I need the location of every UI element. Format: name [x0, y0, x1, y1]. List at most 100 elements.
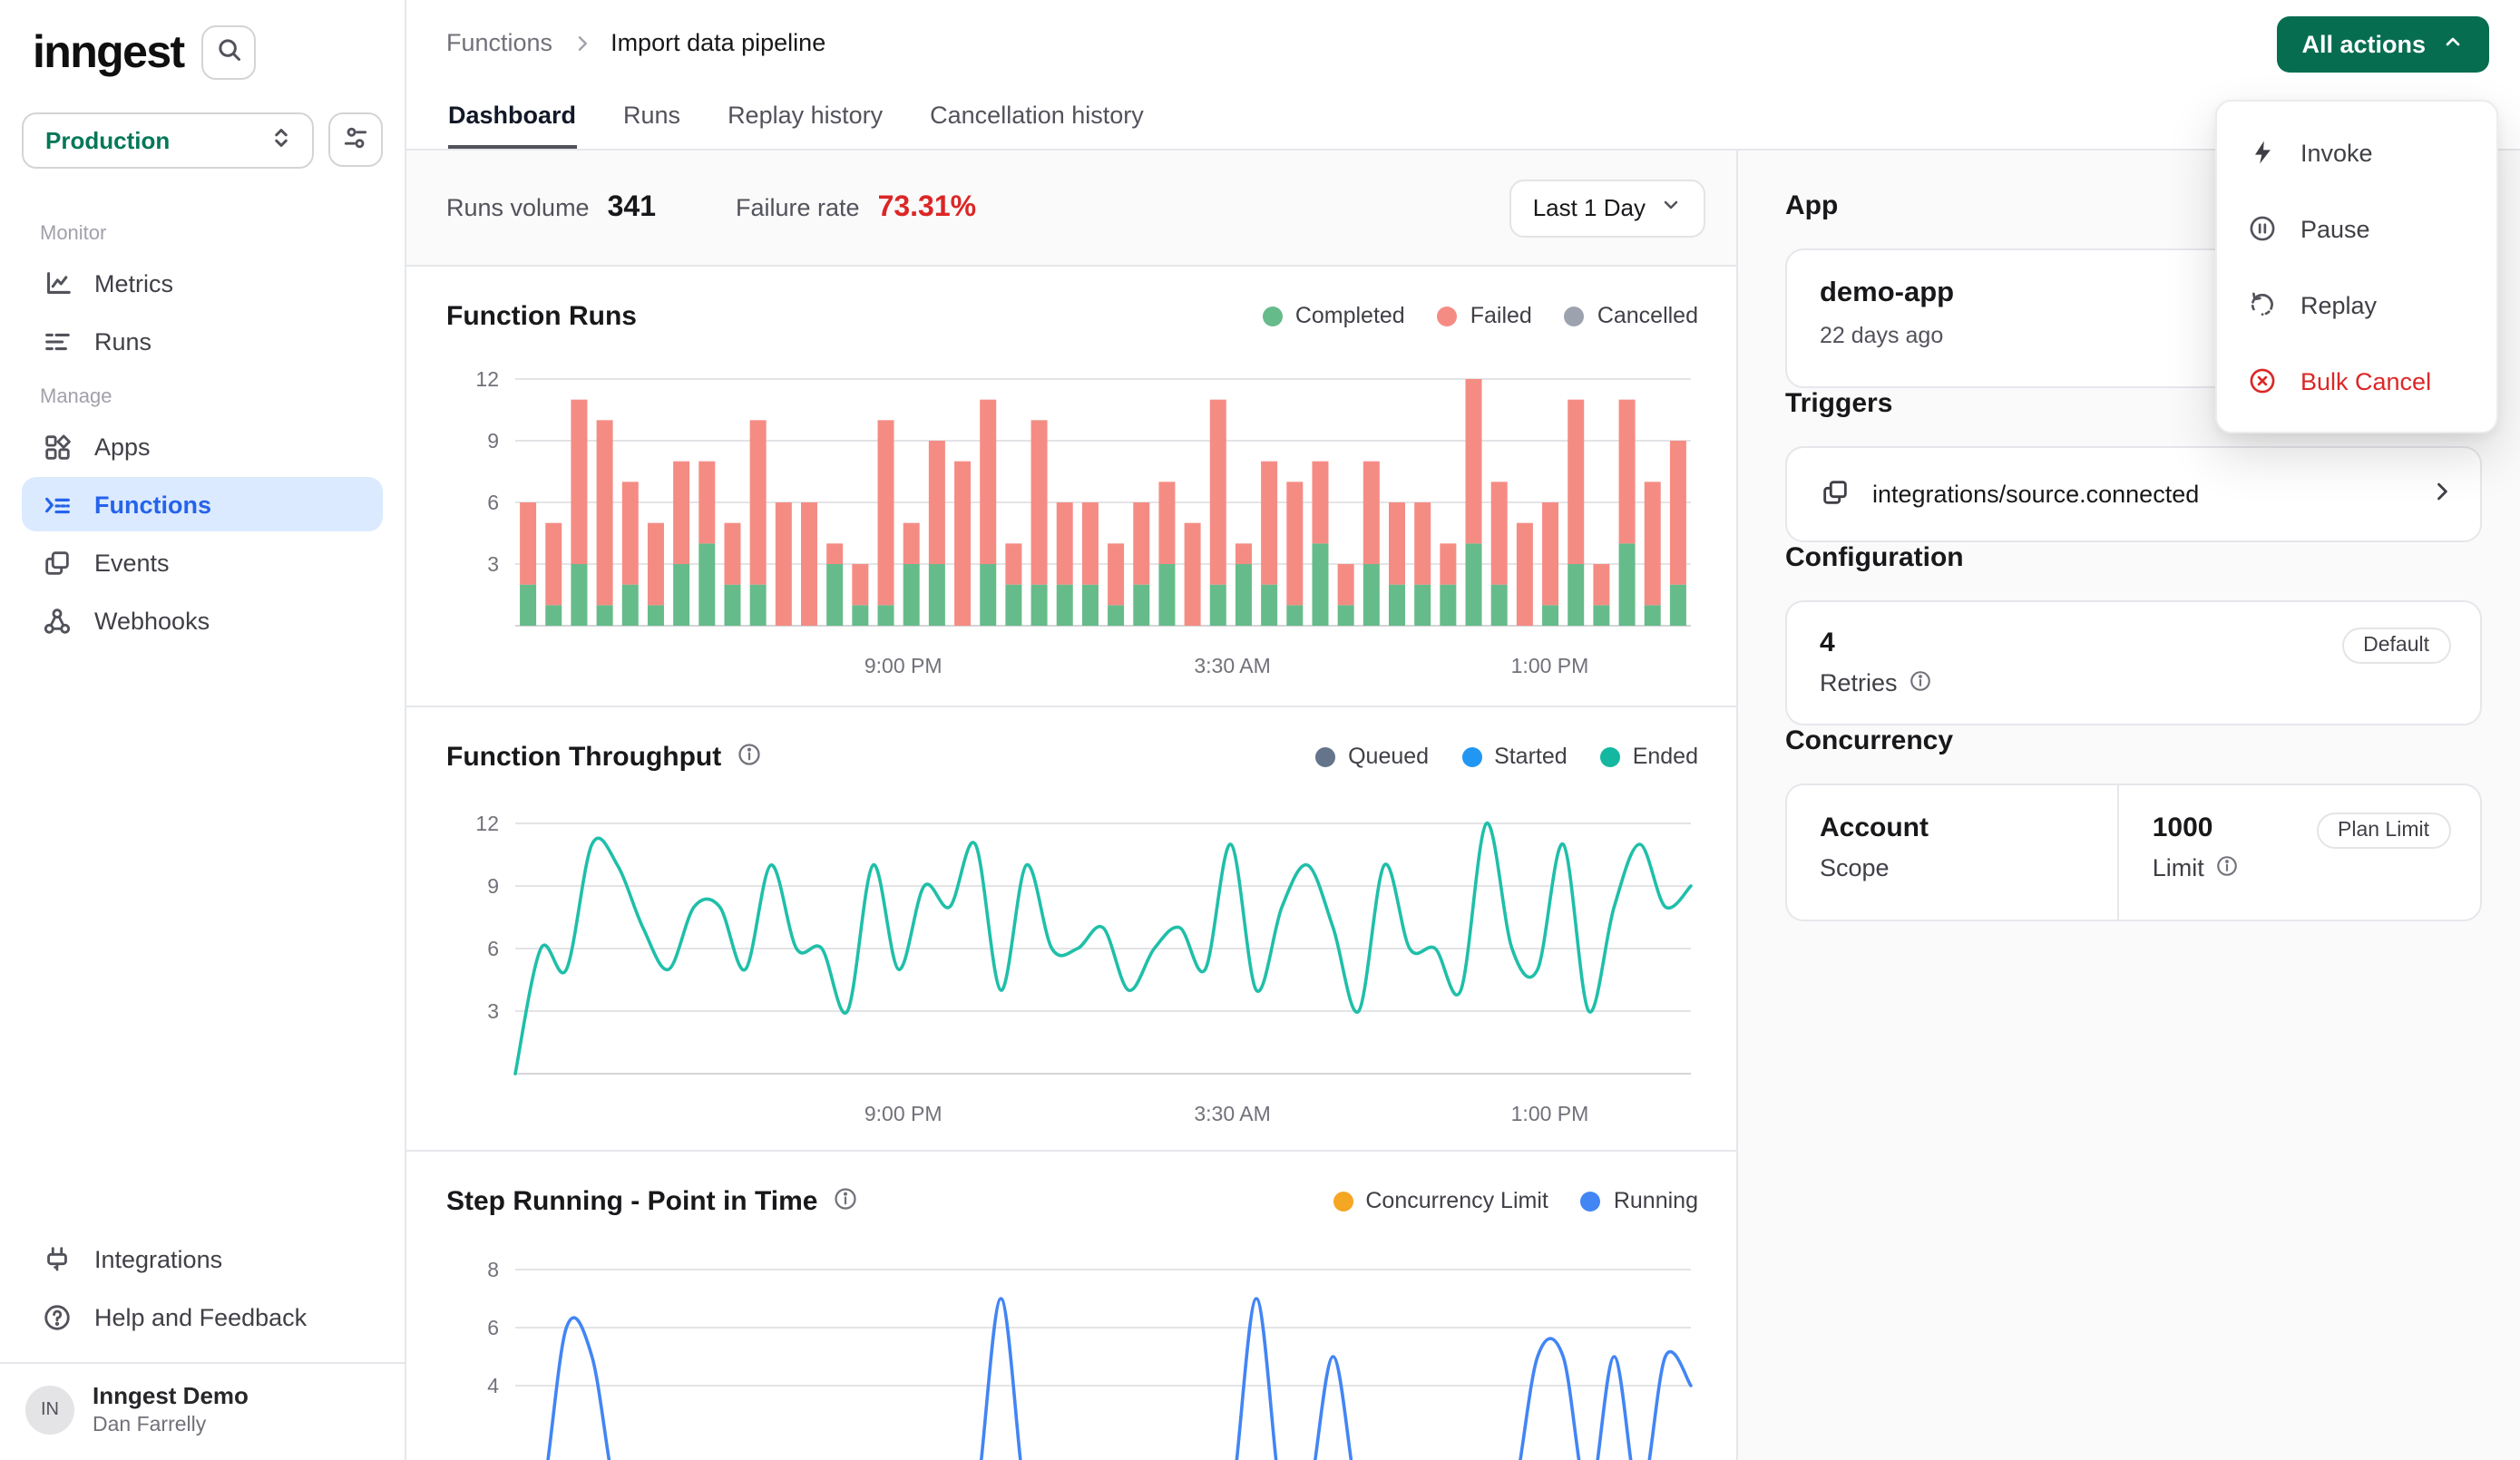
- running-dot: [1581, 1191, 1601, 1211]
- menu-item-label: Pause: [2300, 215, 2370, 242]
- legend-label: Ended: [1633, 744, 1698, 769]
- sidebar-item-label: Metrics: [94, 269, 173, 297]
- all-actions-button[interactable]: All actions: [2276, 16, 2489, 73]
- bulk-cancel-icon: [2246, 366, 2279, 395]
- function-runs-title: Function Runs: [446, 300, 637, 331]
- info-icon[interactable]: [1909, 669, 1932, 696]
- menu-item-replay[interactable]: Replay: [2228, 267, 2486, 343]
- account-switcher[interactable]: IN Inngest Demo Dan Farrelly: [0, 1363, 405, 1460]
- metrics-icon: [40, 268, 73, 298]
- function-throughput-section: Function Throughput Queued Started Ended…: [406, 707, 1736, 1152]
- function-runs-section: Function Runs Completed Failed Cancelled…: [406, 267, 1736, 707]
- search-button[interactable]: [202, 25, 257, 80]
- nav-section-monitor: Monitor: [22, 223, 383, 245]
- runs-volume-value: 341: [608, 191, 656, 224]
- sidebar-item-runs[interactable]: Runs: [22, 314, 383, 368]
- sidebar-item-label: Functions: [94, 491, 211, 518]
- failure-rate-label: Failure rate: [736, 193, 860, 220]
- function-runs-legend: Completed Failed Cancelled: [1263, 303, 1698, 328]
- tab-cancellation-history[interactable]: Cancellation history: [930, 102, 1144, 149]
- retries-value: 4: [1820, 628, 1932, 658]
- step-running-legend: Concurrency Limit Running: [1333, 1188, 1698, 1213]
- info-icon[interactable]: [736, 742, 761, 771]
- sliders-icon: [341, 122, 370, 157]
- legend-label: Queued: [1348, 744, 1429, 769]
- trigger-card[interactable]: integrations/source.connected: [1785, 446, 2482, 542]
- chevron-right-icon: [571, 32, 592, 54]
- svg-text:3: 3: [487, 552, 499, 576]
- svg-text:8: 8: [487, 1258, 499, 1281]
- failure-rate-stat: Failure rate 73.31%: [736, 191, 976, 224]
- sidebar-item-label: Help and Feedback: [94, 1304, 307, 1331]
- menu-item-label: Replay: [2300, 291, 2377, 318]
- event-icon: [1820, 476, 1851, 512]
- failed-dot: [1438, 306, 1458, 326]
- help-icon: [40, 1302, 73, 1333]
- account-info: Inngest Demo Dan Farrelly: [93, 1383, 249, 1438]
- inngest-dashboard: inngest Production Monitor: [0, 0, 2520, 1460]
- info-icon[interactable]: [832, 1186, 857, 1215]
- svg-text:3:30 AM: 3:30 AM: [1194, 1102, 1270, 1125]
- stats-bar: Runs volume 341 Failure rate 73.31% Last…: [406, 151, 1736, 267]
- sidebar-item-label: Runs: [94, 327, 151, 355]
- retries-default-badge: Default: [2341, 628, 2451, 664]
- failure-rate-value: 73.31%: [878, 191, 977, 224]
- svg-text:1:00 PM: 1:00 PM: [1511, 654, 1589, 677]
- sidebar-item-integrations[interactable]: Integrations: [22, 1232, 383, 1287]
- inngest-logo: inngest: [33, 26, 184, 79]
- avatar: IN: [25, 1386, 74, 1435]
- breadcrumb: Functions Import data pipeline: [406, 0, 2520, 56]
- legend-label: Concurrency Limit: [1365, 1188, 1548, 1213]
- environment-settings-button[interactable]: [328, 112, 383, 167]
- configuration-heading: Configuration: [1785, 542, 2482, 573]
- menu-item-invoke[interactable]: Invoke: [2228, 114, 2486, 190]
- all-actions-label: All actions: [2301, 31, 2426, 58]
- retries-label: Retries: [1820, 669, 1898, 696]
- chevron-right-icon: [2429, 479, 2455, 510]
- svg-text:4: 4: [487, 1374, 499, 1397]
- legend-label: Started: [1494, 744, 1568, 769]
- sidebar-nav: Monitor Metrics Runs Manage Apps: [22, 205, 383, 651]
- legend-label: Running: [1614, 1188, 1698, 1213]
- runs-volume-label: Runs volume: [446, 193, 590, 220]
- menu-item-pause[interactable]: Pause: [2228, 190, 2486, 267]
- replay-icon: [2246, 290, 2279, 319]
- environment-select[interactable]: Production: [22, 112, 314, 169]
- logo-row: inngest: [22, 25, 383, 80]
- tab-dashboard[interactable]: Dashboard: [448, 102, 576, 149]
- svg-text:9: 9: [487, 874, 499, 898]
- sidebar-item-events[interactable]: Events: [22, 535, 383, 589]
- info-icon[interactable]: [2215, 854, 2239, 881]
- legend-label: Cancelled: [1597, 303, 1698, 328]
- svg-text:3:30 AM: 3:30 AM: [1194, 654, 1270, 677]
- step-running-section: Step Running - Point in Time Concurrency…: [406, 1152, 1736, 1460]
- plan-limit-badge: Plan Limit: [2316, 813, 2451, 849]
- dashboard-main: Runs volume 341 Failure rate 73.31% Last…: [406, 151, 1736, 1460]
- menu-item-bulk-cancel[interactable]: Bulk Cancel: [2228, 343, 2486, 419]
- scope-label: Scope: [1820, 854, 1929, 881]
- step-running-chart: 468: [446, 1235, 1698, 1460]
- sidebar-item-help[interactable]: Help and Feedback: [22, 1290, 383, 1345]
- function-throughput-chart: 369129:00 PM3:30 AM1:00 PM: [446, 791, 1698, 1150]
- time-range-select[interactable]: Last 1 Day: [1509, 179, 1705, 237]
- sidebar-item-metrics[interactable]: Metrics: [22, 256, 383, 310]
- sidebar-item-functions[interactable]: Functions: [22, 477, 383, 531]
- sidebar-item-webhooks[interactable]: Webhooks: [22, 593, 383, 647]
- account-user: Dan Farrelly: [93, 1412, 249, 1438]
- environment-name: Production: [45, 127, 170, 154]
- search-icon: [216, 36, 243, 69]
- integrations-icon: [40, 1244, 73, 1275]
- chevron-up-down-icon: [269, 125, 294, 156]
- tab-bar: Dashboard Runs Replay history Cancellati…: [406, 102, 1144, 149]
- events-icon: [40, 547, 73, 578]
- tab-runs[interactable]: Runs: [623, 102, 680, 149]
- menu-item-label: Bulk Cancel: [2300, 367, 2431, 394]
- svg-text:1:00 PM: 1:00 PM: [1511, 1102, 1589, 1125]
- scope-value: Account: [1820, 813, 1929, 843]
- svg-text:3: 3: [487, 999, 499, 1023]
- sidebar-item-label: Apps: [94, 433, 151, 460]
- tab-replay-history[interactable]: Replay history: [728, 102, 883, 149]
- sidebar-item-apps[interactable]: Apps: [22, 419, 383, 473]
- chevron-up-icon: [2442, 31, 2464, 58]
- breadcrumb-functions[interactable]: Functions: [446, 29, 552, 56]
